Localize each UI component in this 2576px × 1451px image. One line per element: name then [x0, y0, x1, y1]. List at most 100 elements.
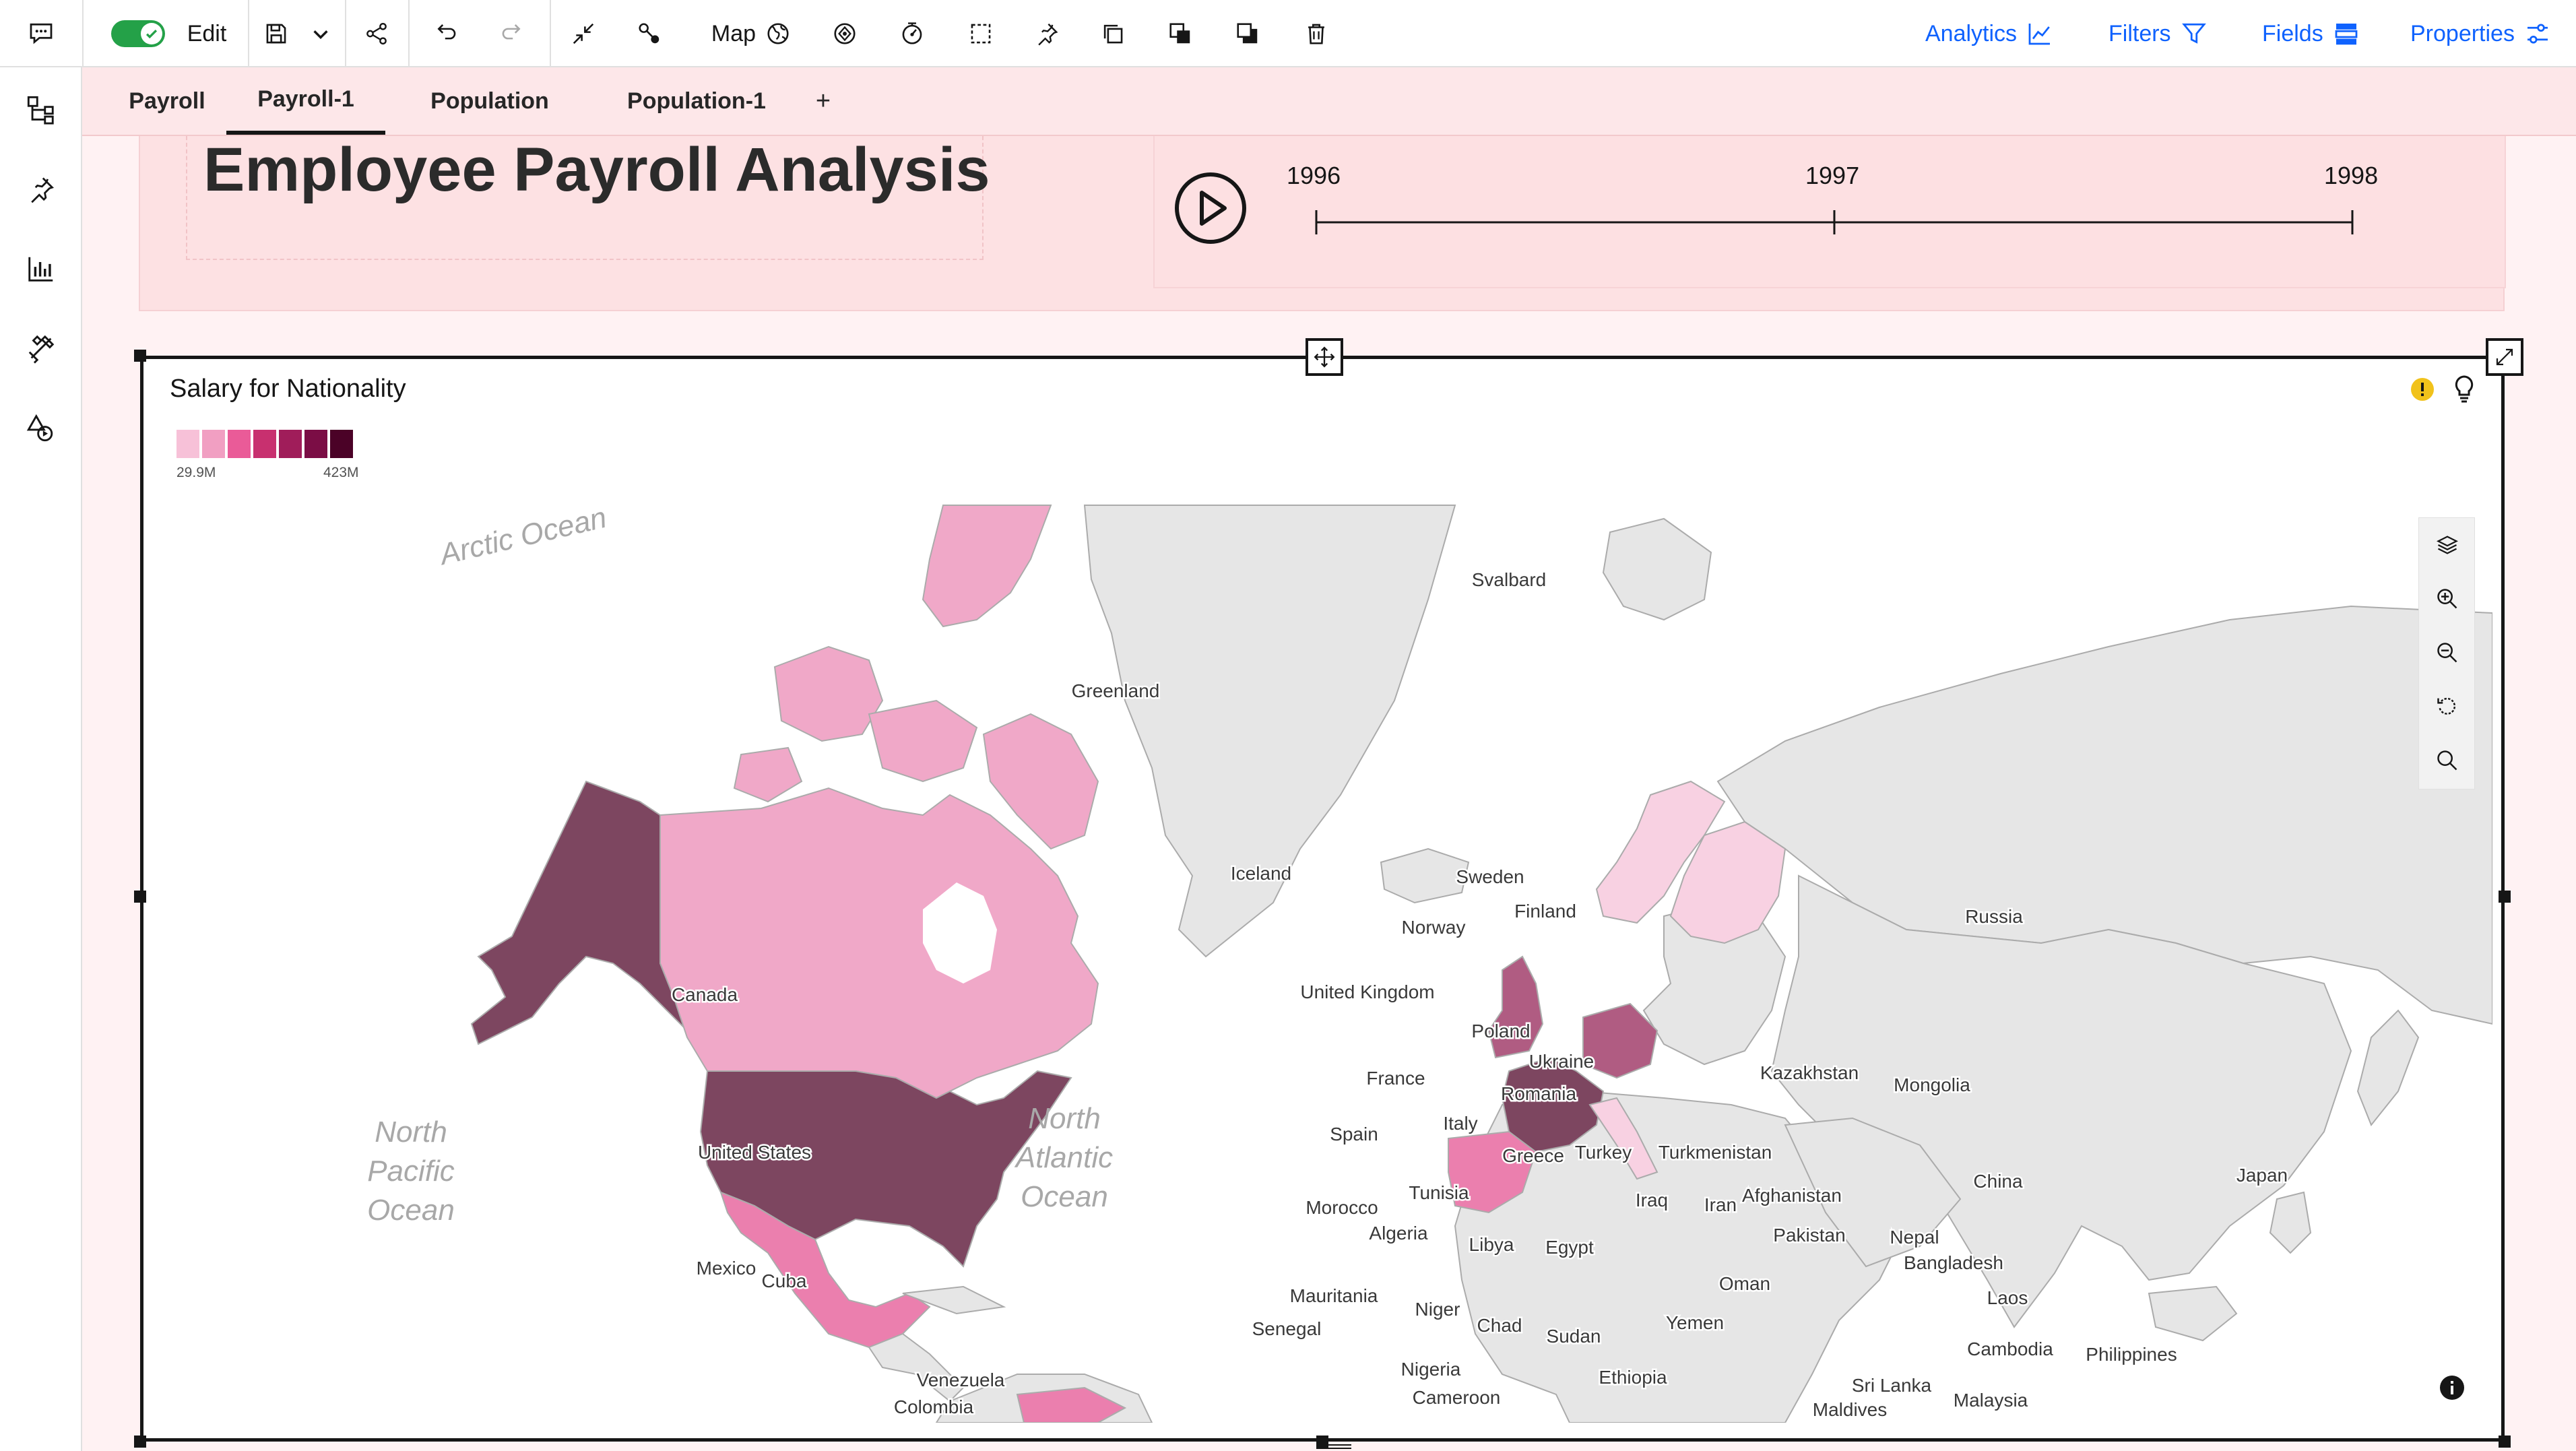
move-handle[interactable] — [1306, 338, 1343, 376]
add-tab-button[interactable]: + — [796, 67, 850, 135]
toolbar-divider — [345, 0, 346, 67]
edit-toggle[interactable] — [108, 0, 168, 67]
map-search-button[interactable] — [2419, 734, 2476, 787]
country-label: Morocco — [1306, 1197, 1378, 1218]
country-label: Oman — [1719, 1273, 1770, 1294]
redo-button[interactable] — [486, 0, 538, 67]
edit-toggle-switch[interactable] — [111, 20, 165, 47]
duplicate-button[interactable] — [1087, 0, 1138, 67]
country-label: Mexico — [697, 1258, 756, 1279]
palette-button[interactable] — [819, 0, 870, 67]
resize-grip-icon[interactable] — [1314, 1443, 1354, 1450]
map-label: Map — [711, 20, 756, 46]
widgets-button[interactable] — [18, 404, 65, 451]
filter-icon — [2181, 23, 2206, 44]
tab-payroll-1[interactable]: Payroll-1 — [226, 67, 385, 135]
legend-swatch — [330, 430, 353, 458]
country-label: Venezuela — [917, 1369, 1005, 1390]
tree-icon — [27, 96, 54, 125]
redo-icon — [502, 24, 521, 40]
undo-button[interactable] — [420, 0, 472, 67]
share-button[interactable] — [353, 0, 400, 67]
info-icon[interactable] — [2439, 1374, 2466, 1401]
tab-payroll[interactable]: Payroll — [106, 67, 228, 135]
add-tab-label: + — [815, 86, 831, 115]
country-label: France — [1366, 1068, 1425, 1089]
country-label: Romania — [1501, 1083, 1576, 1104]
shapes-icon — [26, 414, 53, 442]
map-visualization-button[interactable]: Map — [694, 0, 808, 67]
country-label: Poland — [1471, 1021, 1530, 1041]
legend-swatch — [176, 430, 199, 458]
country-label: Turkmenistan — [1659, 1142, 1772, 1163]
fields-button[interactable]: Fields — [2262, 0, 2360, 67]
relationship-button[interactable] — [624, 0, 675, 67]
resize-handle[interactable] — [134, 1436, 146, 1448]
ocean-label: North Pacific Ocean — [367, 1116, 455, 1227]
collapse-button[interactable] — [558, 0, 609, 67]
maximize-button[interactable] — [2486, 338, 2523, 376]
pin-button[interactable] — [1021, 0, 1072, 67]
bar-chart-icon — [28, 257, 53, 282]
country-label: Mongolia — [1894, 1074, 1970, 1095]
move-icon — [1314, 346, 1335, 368]
lightbulb-icon[interactable] — [2452, 375, 2476, 404]
country-label: Egypt — [1545, 1237, 1594, 1258]
top-toolbar: Edit Map Analytics Filters Fields Proper… — [0, 0, 2576, 67]
tab-population-1[interactable]: Population-1 — [583, 67, 810, 135]
send-to-back-button[interactable] — [1222, 0, 1273, 67]
world-map[interactable]: Arctic OceanNorth Pacific OceanNorth Atlant… — [155, 498, 2492, 1423]
select-area-button[interactable] — [955, 0, 1006, 67]
reset-view-button[interactable] — [2419, 680, 2476, 734]
resize-handle[interactable] — [134, 350, 146, 362]
save-menu-button[interactable] — [300, 0, 341, 67]
country-label: Norway — [1402, 917, 1466, 938]
animation-button[interactable] — [887, 0, 938, 67]
country-label: Cameroon — [1413, 1387, 1501, 1408]
analytics-button[interactable]: Analytics — [1925, 0, 2053, 67]
tab-population[interactable]: Population — [399, 67, 581, 135]
reset-icon — [2437, 697, 2456, 715]
assets-button[interactable] — [18, 325, 65, 372]
legend-swatch — [228, 430, 251, 458]
comment-button[interactable] — [0, 0, 82, 67]
save-button[interactable] — [255, 0, 298, 67]
country-label: Nepal — [1890, 1227, 1939, 1248]
left-rail — [0, 67, 82, 1451]
country-label: Sri Lanka — [1852, 1375, 1932, 1396]
country-label: Greenland — [1072, 680, 1160, 701]
resize-handle[interactable] — [2499, 891, 2511, 903]
layers-button[interactable] — [2419, 518, 2476, 572]
zoom-in-button[interactable] — [2419, 572, 2476, 626]
properties-label: Properties — [2410, 20, 2515, 46]
pins-button[interactable] — [18, 166, 65, 213]
resize-handle[interactable] — [2499, 1436, 2511, 1448]
tools-icon — [28, 335, 55, 364]
filters-button[interactable]: Filters — [2108, 0, 2208, 67]
check-icon — [141, 23, 162, 44]
edit-label-wrap: Edit — [176, 0, 237, 67]
country-label: Libya — [1469, 1234, 1514, 1255]
choropleth-map[interactable]: Arctic Ocean North Pacific Ocean North Atlant… — [155, 498, 2492, 1423]
resize-handle[interactable] — [134, 891, 146, 903]
undo-icon — [437, 24, 456, 40]
data-sources-button[interactable] — [18, 86, 65, 133]
bring-to-front-button[interactable] — [1155, 0, 1206, 67]
timeline-slider[interactable] — [1307, 202, 2358, 243]
country-label: Tunisia — [1409, 1182, 1469, 1203]
warning-icon[interactable] — [2410, 377, 2435, 401]
visualizations-button[interactable] — [18, 245, 65, 292]
zoom-in-icon — [2437, 589, 2457, 609]
play-button[interactable] — [1173, 171, 1248, 245]
legend-min-label: 29.9M — [176, 465, 216, 480]
country-label: Ethiopia — [1599, 1367, 1667, 1388]
delete-button[interactable] — [1291, 0, 1342, 67]
country-label: Bangladesh — [1904, 1252, 2003, 1273]
properties-button[interactable]: Properties — [2410, 0, 2551, 67]
country-label: Spain — [1330, 1124, 1378, 1144]
country-label: Iraq — [1636, 1190, 1668, 1211]
tab-label: Population-1 — [627, 88, 766, 114]
zoom-out-button[interactable] — [2419, 626, 2476, 680]
legend-swatch — [253, 430, 276, 458]
tab-label: Payroll — [129, 88, 205, 114]
